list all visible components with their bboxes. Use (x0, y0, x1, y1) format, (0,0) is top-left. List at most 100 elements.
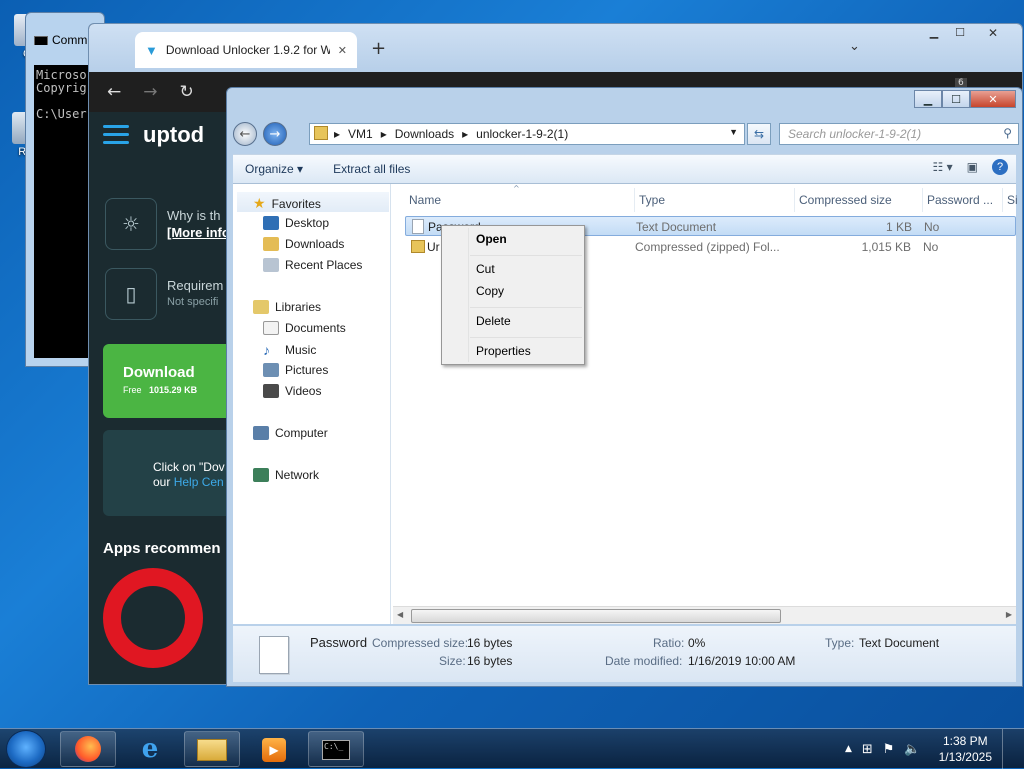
address-bar[interactable]: ▸ VM1 ▸ Downloads ▸ unlocker-1-9-2(1) ▼ (309, 123, 745, 145)
details-date-label: Date modified: (605, 654, 683, 668)
chevron-right-icon: ▸ (380, 127, 387, 141)
nav-music[interactable]: ♪ Music (263, 342, 316, 358)
taskbar: e ▶ C:\_ ▲ ⊞ ⚑ 🔈 1:38 PM 1/13/2025 (0, 728, 1024, 769)
explorer-toolbar: Organize ▾ Extract all files ☷ ▾ ▣ ? (233, 154, 1016, 184)
taskbar-firefox[interactable] (60, 731, 116, 767)
tab-list-chevron-icon[interactable]: ⌄ (849, 39, 860, 54)
phone-icon: ▯ (105, 268, 157, 320)
column-header-compressed-size[interactable]: Compressed size (795, 188, 923, 212)
breadcrumb-vm1[interactable]: VM1 (348, 127, 373, 141)
volume-muted-icon[interactable]: 🔈 (904, 742, 920, 757)
taskbar-explorer[interactable] (184, 731, 240, 767)
help-center-link[interactable]: Help Cen (174, 475, 224, 489)
uptodown-logo[interactable]: uptod (143, 122, 204, 148)
nav-favorites[interactable]: ★ Favorites (253, 195, 321, 212)
nav-libraries[interactable]: Libraries (253, 300, 321, 314)
organize-button[interactable]: Organize ▾ (245, 162, 303, 176)
nav-computer[interactable]: Computer (253, 426, 328, 440)
new-tab-button[interactable]: + (371, 38, 386, 59)
star-icon: ★ (253, 195, 266, 211)
search-input[interactable]: Search unlocker-1-9-2(1) ⚲ (779, 123, 1019, 145)
maximize-button[interactable]: ☐ (947, 26, 973, 42)
show-hidden-icons-icon[interactable]: ▲ (845, 744, 852, 754)
download-button[interactable]: Download Free 1015.29 KB (103, 344, 233, 418)
file-type: Text Document (636, 220, 717, 234)
minimize-button[interactable]: ▁ (914, 90, 942, 108)
file-password: No (924, 220, 940, 234)
column-header-password[interactable]: Password ... (923, 188, 1003, 212)
back-button[interactable]: ← (233, 122, 257, 146)
breadcrumb-unlocker[interactable]: unlocker-1-9-2(1) (476, 127, 568, 141)
clock-date: 1/13/2025 (938, 750, 992, 764)
nav-documents[interactable]: Documents (263, 321, 346, 335)
column-header-type[interactable]: Type (635, 188, 795, 212)
menu-item-delete[interactable]: Delete (476, 314, 511, 328)
info-why: ☼ Why is th [More info (105, 198, 230, 250)
menu-item-cut[interactable]: Cut (476, 262, 495, 276)
nav-network[interactable]: Network (253, 468, 319, 482)
details-size-value: 16 bytes (467, 654, 513, 668)
opera-logo-icon[interactable] (103, 568, 203, 668)
clock[interactable]: 1:38 PM 1/13/2025 (939, 733, 992, 765)
menu-item-copy[interactable]: Copy (476, 284, 504, 298)
sort-caret-icon: ^ (513, 184, 520, 193)
documents-icon (263, 321, 279, 335)
taskbar-cmd[interactable]: C:\_ (308, 731, 364, 767)
tab-close-icon[interactable]: ✕ (338, 44, 347, 57)
reload-icon[interactable]: ↻ (180, 82, 194, 102)
scroll-right-icon[interactable]: ▶ (1006, 610, 1012, 619)
taskbar-media-player[interactable]: ▶ (246, 731, 302, 767)
close-button[interactable]: ✕ (970, 90, 1016, 108)
scrollbar-thumb[interactable] (411, 609, 781, 623)
close-button[interactable]: ✕ (973, 26, 1013, 42)
forward-arrow-icon[interactable]: → (143, 82, 157, 102)
clock-time: 1:38 PM (942, 734, 988, 748)
column-header-size[interactable]: Si (1003, 188, 1023, 212)
details-pane: Password Compressed size: 16 bytes Size:… (233, 626, 1016, 682)
tab-download-unlocker[interactable]: ▼ Download Unlocker 1.9.2 for Wi ✕ (135, 32, 357, 68)
column-header-name[interactable]: Name (405, 188, 635, 212)
extract-all-files-button[interactable]: Extract all files (333, 162, 410, 176)
nav-desktop[interactable]: Desktop (263, 216, 329, 230)
firefox-icon (75, 736, 101, 762)
action-center-flag-icon[interactable]: ⚑ (883, 742, 895, 757)
change-view-icon[interactable]: ☷ ▾ (933, 160, 953, 174)
nav-label: Desktop (285, 216, 330, 230)
scroll-left-icon[interactable]: ◀ (397, 610, 403, 619)
nav-recent-places[interactable]: Recent Places (263, 258, 362, 272)
download-label: Download (123, 364, 195, 381)
hamburger-menu-icon[interactable] (103, 120, 129, 149)
forward-button[interactable]: → (263, 122, 287, 146)
maximize-button[interactable]: ☐ (942, 90, 970, 108)
nav-downloads[interactable]: Downloads (263, 237, 344, 251)
file-compressed-size: 1,015 KB (861, 240, 911, 254)
help-icon[interactable]: ? (992, 159, 1008, 175)
media-player-icon: ▶ (262, 738, 286, 762)
back-arrow-icon[interactable]: ← (107, 82, 121, 102)
show-desktop-button[interactable] (1002, 729, 1014, 769)
refresh-button[interactable]: ⇆ (747, 123, 771, 145)
nav-pictures[interactable]: Pictures (263, 363, 328, 377)
desktop-icon (263, 216, 279, 230)
menu-separator (470, 255, 582, 256)
taskbar-ie[interactable]: e (122, 731, 178, 767)
chevron-down-icon[interactable]: ▼ (729, 127, 738, 137)
file-compressed-size: 1 KB (885, 220, 912, 234)
nav-videos[interactable]: Videos (263, 384, 321, 398)
more-info-link[interactable]: [More info (167, 224, 230, 241)
horizontal-scrollbar[interactable]: ◀ ▶ (393, 606, 1016, 624)
help-box: Click on "Dov our Help Cen (103, 430, 233, 516)
computer-icon (253, 426, 269, 440)
tab-title: Download Unlocker 1.9.2 for Wi (165, 43, 330, 57)
network-tray-icon[interactable]: ⊞ (862, 742, 873, 757)
search-icon: ⚲ (1003, 126, 1012, 140)
start-button[interactable] (6, 730, 46, 768)
minimize-button[interactable]: ▁ (921, 26, 947, 42)
breadcrumb-downloads[interactable]: Downloads (395, 127, 454, 141)
nav-label: Pictures (285, 363, 329, 377)
explorer-window[interactable]: ▁ ☐ ✕ ← → ▸ VM1 ▸ Downloads ▸ unlocker-1… (226, 87, 1023, 687)
navigation-pane: ★ Favorites Desktop Downloads Recent Plac… (233, 184, 391, 624)
menu-item-open[interactable]: Open (476, 232, 507, 246)
preview-pane-icon[interactable]: ▣ (967, 160, 978, 174)
menu-item-properties[interactable]: Properties (476, 344, 531, 358)
